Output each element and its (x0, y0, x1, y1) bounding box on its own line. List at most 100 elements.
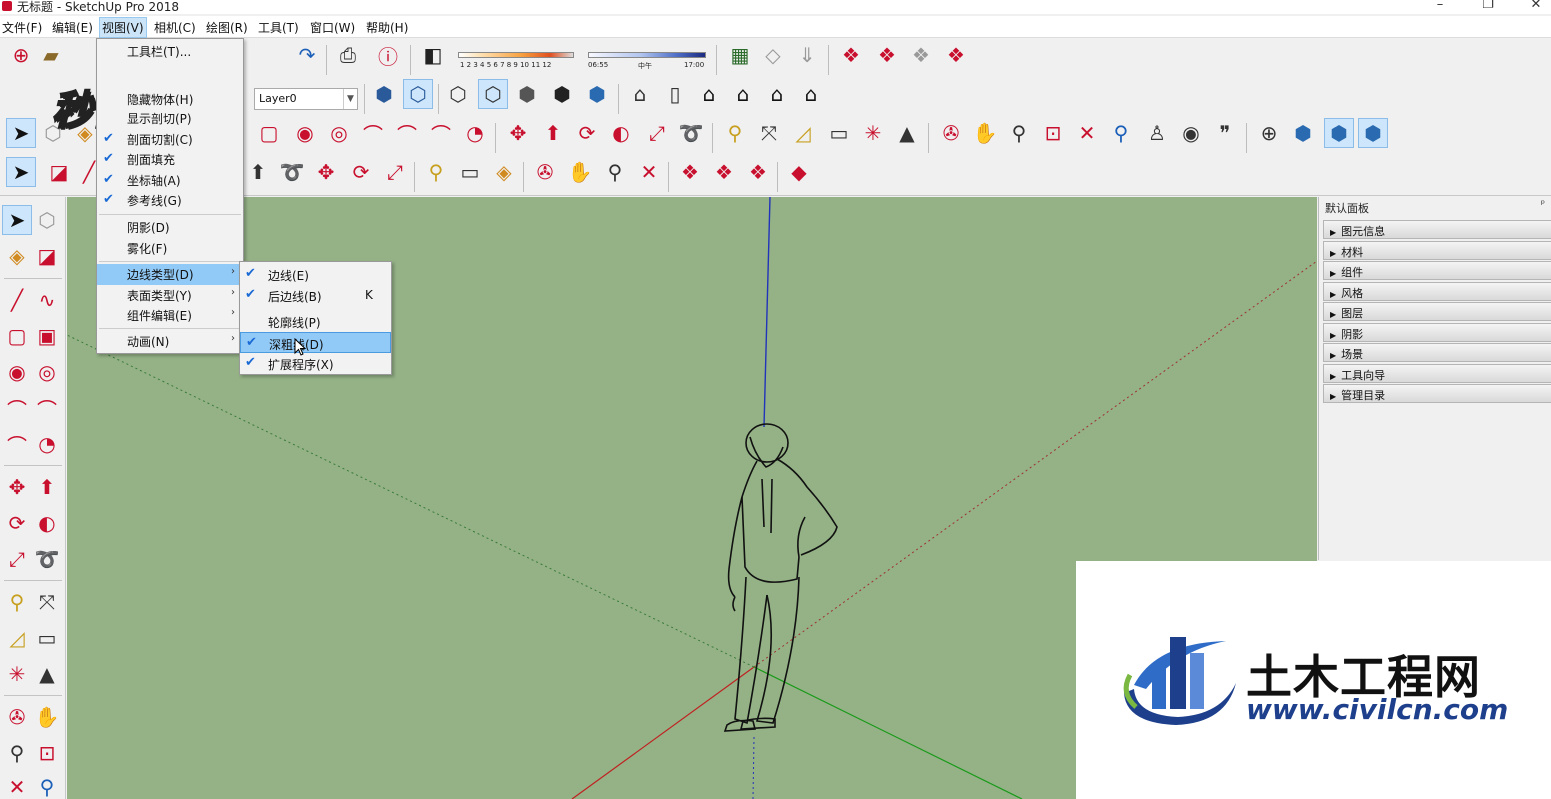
select-tool-left-icon[interactable]: ➤ (2, 205, 32, 235)
orbit-left-icon[interactable]: ✇ (2, 702, 32, 732)
layer-dropdown[interactable]: Layer0 ▼ (254, 88, 358, 110)
geo-location-icon[interactable]: ▦ (725, 40, 755, 70)
push-pull-left-icon[interactable]: ⬆ (32, 472, 62, 502)
extension-3-icon[interactable]: ❖ (906, 40, 936, 70)
text-tool-icon[interactable]: ▭ (824, 118, 854, 148)
restore-button[interactable]: ❐ (1478, 0, 1498, 12)
shadow-month-bar[interactable] (458, 52, 574, 58)
submenu-item-extensions[interactable]: ✔ 扩展程序(X) (240, 353, 391, 374)
follow-me-icon[interactable]: ◐ (606, 118, 636, 148)
orbit-2-icon[interactable]: ✇ (530, 157, 560, 187)
zoom-extents-2-icon[interactable]: ✕ (634, 157, 664, 187)
tray-item-scenes[interactable]: ▶ 场景 (1323, 343, 1551, 362)
zoom-extents-left-icon[interactable]: ✕ (2, 772, 32, 799)
paint-bucket-2-icon[interactable]: ◈ (489, 157, 519, 187)
share-model-icon[interactable]: ❖ (709, 157, 739, 187)
protractor-left-icon[interactable]: ◿ (2, 623, 32, 653)
tray-item-instructor[interactable]: ▶ 工具向导 (1323, 364, 1551, 383)
polygon-icon[interactable]: ◎ (324, 118, 354, 148)
rotate-2-icon[interactable]: ⟳ (346, 157, 376, 187)
dimension-icon[interactable]: ⤧ (754, 118, 784, 148)
rectangle-left-icon[interactable]: ▢ (2, 321, 32, 351)
tray-item-outliner[interactable]: ▶ 管理目录 (1323, 384, 1551, 403)
zoom-left-icon[interactable]: ⚲ (2, 738, 32, 768)
scale-icon[interactable]: ⤢ (642, 118, 672, 148)
close-button[interactable]: ✕ (1526, 0, 1546, 12)
pin-icon[interactable]: ᵖ (1541, 199, 1545, 210)
display-section-fill-icon[interactable]: ⬢ (1358, 118, 1388, 148)
circle-icon[interactable]: ◉ (290, 118, 320, 148)
arc-icon[interactable]: ⌒ (358, 118, 388, 148)
menu-item-component-edit[interactable]: 组件编辑(E) › (97, 305, 243, 326)
menu-camera[interactable]: 相机(C) (154, 19, 196, 36)
extension-4-icon[interactable]: ❖ (941, 40, 971, 70)
zoom-window-icon[interactable]: ⊡ (1038, 118, 1068, 148)
move-2-icon[interactable]: ✥ (311, 157, 341, 187)
circle-left-icon[interactable]: ◉ (2, 357, 32, 387)
tray-item-entity-info[interactable]: ▶ 图元信息 (1323, 220, 1551, 239)
print-icon[interactable]: ⎙ (333, 40, 363, 70)
back-view-icon[interactable]: ⌂ (762, 79, 792, 109)
3d-text-icon[interactable]: ▲ (892, 118, 922, 148)
menu-edit[interactable]: 编辑(E) (52, 19, 93, 36)
menu-item-section-planes[interactable]: 显示剖切(P) (97, 108, 243, 129)
rotate-left-icon[interactable]: ⟳ (2, 508, 32, 538)
scale-2-icon[interactable]: ⤢ (380, 157, 410, 187)
freehand-left-icon[interactable]: ∿ (32, 285, 62, 315)
menu-item-guides[interactable]: ✔ 参考线(G) (97, 190, 243, 211)
shaded-textures-icon[interactable]: ⬢ (547, 79, 577, 109)
zoom-icon[interactable]: ⚲ (1004, 118, 1034, 148)
axes-left-icon[interactable]: ✳ (2, 659, 32, 689)
menu-help[interactable]: 帮助(H) (366, 19, 408, 36)
eraser-shadow-icon[interactable]: ◧ (418, 40, 448, 70)
left-view-icon[interactable]: ⌂ (796, 79, 826, 109)
eraser-left-icon[interactable]: ◪ (32, 241, 62, 271)
position-camera-icon[interactable]: ♙ (1142, 118, 1172, 148)
menu-draw[interactable]: 绘图(R) (206, 19, 248, 36)
select-tool-icon[interactable]: ➤ (6, 118, 36, 148)
3d-text-left-icon[interactable]: ▲ (32, 659, 62, 689)
top-view-icon[interactable]: ▯ (660, 79, 690, 109)
front-view-icon[interactable]: ⌂ (694, 79, 724, 109)
monochrome-icon[interactable]: ⬢ (582, 79, 612, 109)
tray-item-styles[interactable]: ▶ 风格 (1323, 282, 1551, 301)
line-left-icon[interactable]: ╱ (2, 285, 32, 315)
share-component-icon[interactable]: ❖ (743, 157, 773, 187)
two-point-arc-left-icon[interactable]: ⌒ (32, 393, 62, 423)
paint-bucket-left-icon[interactable]: ◈ (2, 241, 32, 271)
push-pull-2-icon[interactable]: ⬆ (243, 157, 273, 187)
tray-item-layers[interactable]: ▶ 图层 (1323, 302, 1551, 321)
text-left-icon[interactable]: ▭ (32, 623, 62, 653)
display-section-planes-icon[interactable]: ⬢ (1288, 118, 1318, 148)
menu-item-toolbars[interactable]: 工具栏(T)... (97, 41, 243, 62)
offset-icon[interactable]: ➰ (676, 118, 706, 148)
menu-view[interactable]: 视图(V) (99, 17, 147, 38)
shadow-time-bar[interactable] (588, 52, 706, 58)
menu-item-hidden-geometry[interactable]: 隐藏物体(H) (97, 89, 243, 110)
push-pull-icon[interactable]: ⬆ (538, 118, 568, 148)
select-tool-2-icon[interactable]: ➤ (6, 157, 36, 187)
menu-item-shadows[interactable]: 阴影(D) (97, 217, 243, 238)
text-2-icon[interactable]: ▭ (455, 157, 485, 187)
submenu-item-depth-cue[interactable]: ✔深粗线(D) (240, 332, 391, 353)
three-point-arc-icon[interactable]: ⌒ (426, 118, 456, 148)
protractor-icon[interactable]: ◿ (788, 118, 818, 148)
menu-item-face-style[interactable]: 表面类型(Y) › (97, 285, 243, 306)
tape-measure-left-icon[interactable]: ⚲ (2, 587, 32, 617)
menu-item-axes[interactable]: ✔ 坐标轴(A) (97, 170, 243, 191)
minimize-button[interactable]: – (1430, 0, 1450, 12)
zoom-window-left-icon[interactable]: ⊡ (32, 738, 62, 768)
submenu-item-back-edges[interactable]: ✔ 后边线(B) K (240, 285, 391, 306)
new-file-icon[interactable]: ⊕ (6, 40, 36, 70)
previous-left-icon[interactable]: ⚲ (32, 772, 62, 799)
submenu-item-edges[interactable]: ✔ 边线(E) (240, 264, 391, 285)
ruby-icon[interactable]: ◆ (784, 157, 814, 187)
axes-icon[interactable]: ✳ (858, 118, 888, 148)
three-point-arc-left-icon[interactable]: ⌒ (2, 429, 32, 459)
pan-2-icon[interactable]: ✋ (565, 157, 595, 187)
menu-tools[interactable]: 工具(T) (258, 19, 299, 36)
menu-item-section-cuts[interactable]: ✔ 剖面切割(C) (97, 129, 243, 150)
component-left-icon[interactable]: ⬡ (32, 205, 62, 235)
scale-left-icon[interactable]: ⤢ (2, 544, 32, 574)
section-plane-icon[interactable]: ⊕ (1254, 118, 1284, 148)
